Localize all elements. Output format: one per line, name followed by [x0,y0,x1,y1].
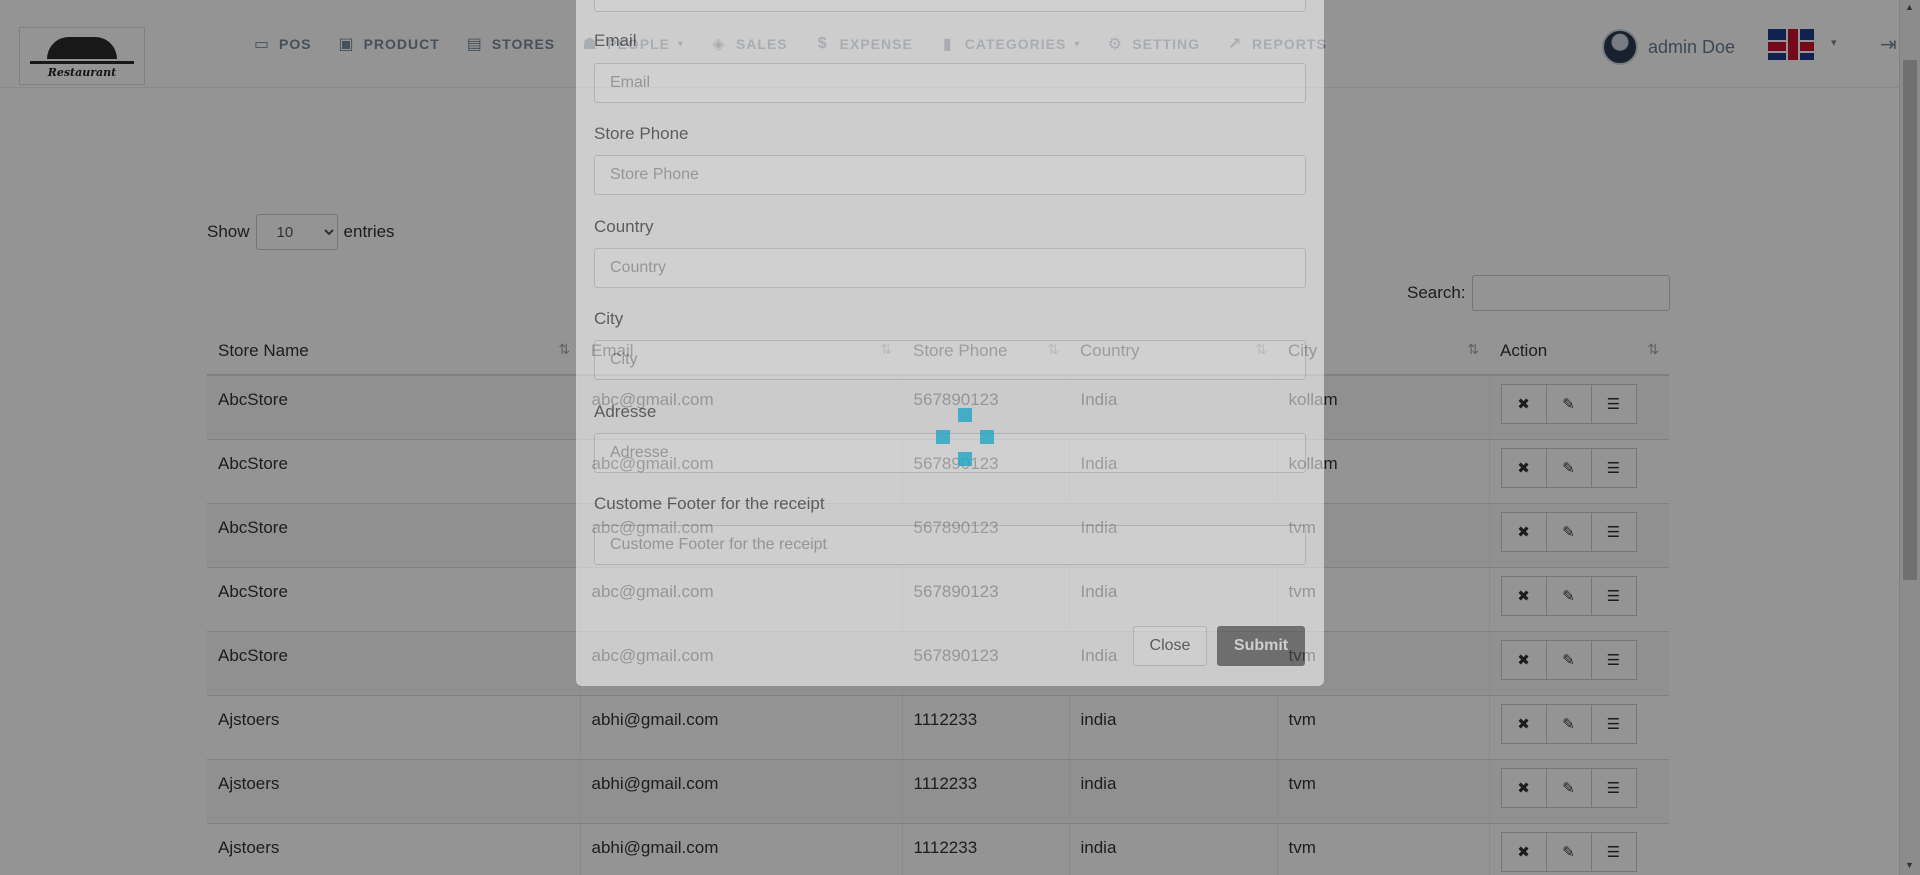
receipt-footer-label: Custome Footer for the receipt [594,494,825,513]
submit-button[interactable]: Submit [1217,626,1305,666]
country-field[interactable]: Country [594,248,1306,288]
store-name-field[interactable] [594,0,1306,12]
spinner-square [936,430,950,444]
address-label: Adresse [594,402,657,421]
email-field[interactable]: Email [594,63,1306,103]
city-label: City [594,309,624,328]
spinner-square [958,408,972,422]
receipt-footer-field[interactable]: Custome Footer for the receipt [594,525,1306,565]
close-button[interactable]: Close [1133,626,1207,666]
spinner-square [958,452,972,466]
add-store-modal: Email Email Store Phone Store Phone Coun… [576,0,1324,686]
email-label: Email [594,31,637,50]
scrollbar-overlay [1899,0,1920,875]
store-phone-field[interactable]: Store Phone [594,155,1306,195]
city-field[interactable]: City [594,340,1306,380]
loading-spinner [930,408,1000,478]
store-phone-label: Store Phone [594,124,689,143]
country-label: Country [594,217,654,236]
spinner-square [980,430,994,444]
